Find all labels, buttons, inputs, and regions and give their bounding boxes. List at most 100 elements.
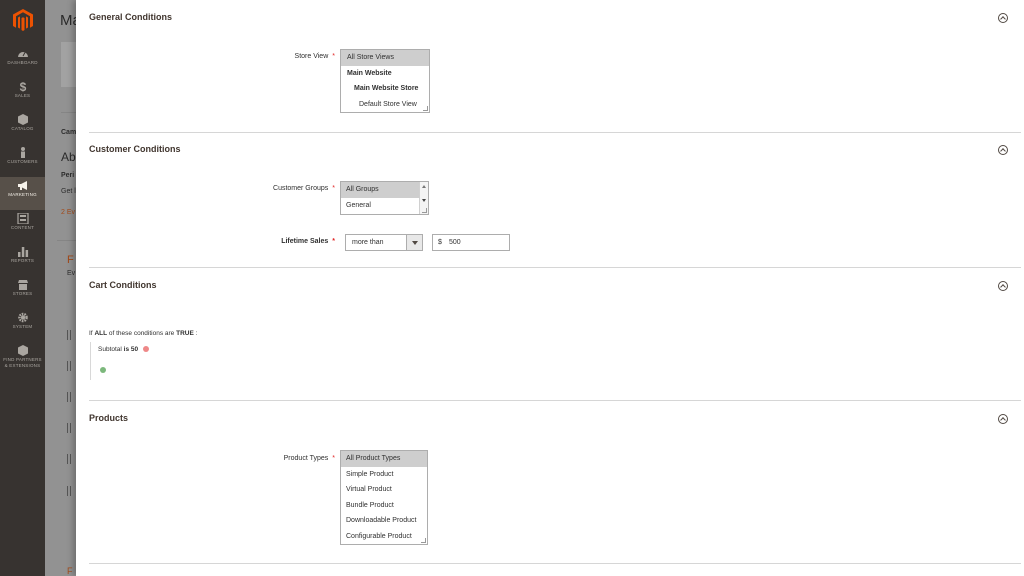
divider (89, 400, 1021, 401)
nav-reports[interactable]: REPORTS (0, 243, 45, 276)
general-conditions-header[interactable]: General Conditions (89, 12, 1008, 32)
nav-label: FIND PARTNERS & EXTENSIONS (3, 357, 42, 368)
nav-label: STORES (12, 291, 33, 296)
input-value: 500 (449, 239, 461, 246)
nav-stores[interactable]: STORES (0, 276, 45, 309)
background-text: Get l (61, 188, 76, 195)
section-title: Customer Conditions (89, 144, 181, 154)
required-mark: * (332, 53, 335, 60)
resize-handle-icon[interactable] (423, 106, 428, 111)
nav-label: SALES (14, 93, 31, 98)
store-view-multiselect[interactable]: All Store Views Main Website Main Websit… (340, 49, 430, 113)
label-text: Lifetime Sales (281, 238, 329, 245)
required-mark: * (332, 185, 335, 192)
rule-attribute: Subtotal (98, 346, 122, 353)
label-text: Store View (294, 53, 329, 60)
background-link: 2 Ev (61, 209, 76, 216)
magento-logo[interactable] (12, 8, 34, 32)
admin-sidebar: DASHBOARD $ SALES CATALOG CUSTOMERS MARK… (0, 0, 45, 576)
resize-handle-icon[interactable] (422, 208, 427, 213)
select-option[interactable]: Virtual Product (341, 482, 427, 498)
background-text: Ev (67, 270, 76, 277)
megaphone-icon (17, 181, 27, 190)
conditions-aggregator: If ALL of these conditions are TRUE : (89, 330, 197, 337)
nav-label: SYSTEM (12, 324, 33, 329)
remove-condition-icon[interactable] (142, 346, 149, 353)
section-title: Cart Conditions (89, 280, 157, 290)
background-text: Cam (61, 129, 77, 136)
label-text: Product Types (283, 455, 329, 462)
collapse-icon[interactable] (998, 13, 1008, 23)
store-view-label: Store View * (295, 53, 335, 60)
select-option[interactable]: Bundle Product (341, 498, 427, 514)
select-option[interactable]: Main Website Store (341, 81, 429, 97)
nav-catalog[interactable]: CATALOG (0, 111, 45, 144)
drag-handle-icon (67, 361, 71, 371)
rule-value[interactable]: 50 (131, 346, 138, 353)
cube-icon (17, 114, 28, 125)
rule-operator[interactable]: is (124, 346, 129, 353)
select-option[interactable]: Default Store View (341, 97, 429, 113)
required-mark: * (332, 238, 335, 245)
dashboard-icon (17, 52, 28, 57)
customer-groups-multiselect[interactable]: All Groups General (340, 181, 429, 215)
select-option[interactable]: All Product Types (341, 451, 427, 467)
add-condition-icon[interactable] (100, 367, 106, 373)
customer-conditions-header[interactable]: Customer Conditions (89, 144, 1008, 164)
select-option[interactable]: Downloadable Product (341, 513, 427, 529)
nav-label: REPORTS (10, 258, 35, 263)
select-option[interactable]: Simple Product (341, 467, 427, 483)
scroll-up-icon[interactable] (422, 185, 426, 188)
select-option[interactable]: All Groups (341, 182, 428, 198)
segment-conditions-panel: General Conditions Store View * All Store… (76, 0, 1024, 576)
section-title: General Conditions (89, 12, 173, 22)
nav-content[interactable]: CONTENT (0, 210, 45, 243)
background-heading: F (67, 254, 74, 266)
products-header[interactable]: Products (89, 413, 1008, 433)
select-option[interactable]: Configurable Product (341, 529, 427, 545)
drag-handle-icon (67, 486, 71, 496)
drag-handle-icon (67, 423, 71, 433)
background-text: Peri (61, 172, 75, 179)
nav-dashboard[interactable]: DASHBOARD (0, 45, 45, 78)
product-types-label: Product Types * (284, 455, 335, 462)
customer-groups-label: Customer Groups * (273, 185, 335, 192)
chevron-down-icon[interactable] (406, 235, 422, 250)
collapse-icon[interactable] (998, 281, 1008, 291)
nav-customers[interactable]: CUSTOMERS (0, 144, 45, 177)
required-mark: * (332, 455, 335, 462)
nav-label: MARKETING (8, 192, 37, 197)
bar-chart-icon (17, 247, 28, 257)
select-option[interactable]: Main Website (341, 66, 429, 82)
condition-tree-line (90, 342, 91, 380)
lifetime-sales-operator-select[interactable]: more than (345, 234, 423, 251)
background-heading: Ab (61, 150, 76, 164)
select-option[interactable]: All Store Views (341, 50, 429, 66)
condition-text: : (195, 330, 198, 337)
person-icon (20, 147, 25, 158)
nav-find-partners[interactable]: FIND PARTNERS & EXTENSIONS (0, 342, 45, 378)
drag-handle-icon (67, 454, 71, 464)
nav-label: DASHBOARD (7, 60, 38, 65)
cart-conditions-header[interactable]: Cart Conditions (89, 280, 1008, 300)
currency-symbol: $ (438, 239, 442, 246)
nav-system[interactable]: SYSTEM (0, 309, 45, 342)
condition-text: of these conditions are (108, 330, 175, 337)
nav-label: CUSTOMERS (7, 159, 38, 164)
drag-handle-icon (67, 330, 71, 340)
resize-handle-icon[interactable] (421, 538, 426, 543)
nav-marketing[interactable]: MARKETING (0, 177, 45, 210)
collapse-icon[interactable] (998, 414, 1008, 424)
product-types-multiselect[interactable]: All Product Types Simple Product Virtual… (340, 450, 428, 545)
background-heading: F (67, 566, 73, 576)
value-toggle[interactable]: TRUE (176, 330, 194, 337)
lifetime-sales-amount-input[interactable]: $ 500 (432, 234, 510, 251)
select-option[interactable]: General (341, 198, 428, 214)
nav-sales[interactable]: $ SALES (0, 78, 45, 111)
svg-text:$: $ (19, 81, 26, 92)
aggregator-toggle[interactable]: ALL (94, 330, 107, 337)
scroll-down-icon[interactable] (422, 199, 426, 202)
collapse-icon[interactable] (998, 145, 1008, 155)
dollar-icon: $ (19, 81, 26, 92)
nav-label: CATALOG (11, 126, 34, 131)
